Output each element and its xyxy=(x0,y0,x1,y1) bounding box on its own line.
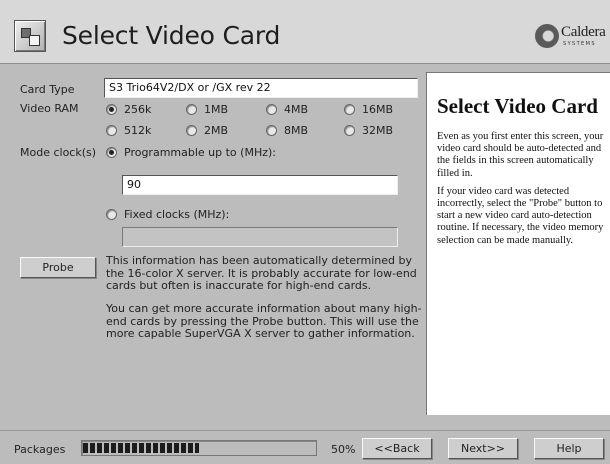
video-ram-label: Video RAM xyxy=(20,102,79,115)
fixed-clocks-radio[interactable]: Fixed clocks (MHz): xyxy=(106,208,229,221)
back-button[interactable]: <<Back xyxy=(362,438,432,459)
page-title: Select Video Card xyxy=(62,21,281,50)
autodetect-info-text: This information has been automatically … xyxy=(106,254,417,293)
ram-1mb-radio[interactable]: 1MB xyxy=(186,103,228,116)
main-content: Card Type S3 Trio64V2/DX or /GX rev 22 V… xyxy=(0,65,610,429)
radio-dot-icon xyxy=(106,147,117,158)
help-paragraph-2: If your video card was detected incorrec… xyxy=(437,185,604,246)
radio-dot-icon xyxy=(106,104,117,115)
ram-256k-radio[interactable]: 256k xyxy=(106,103,151,116)
probe-info-text: You can get more accurate information ab… xyxy=(106,302,422,341)
radio-dot-icon xyxy=(344,125,355,136)
card-type-label: Card Type xyxy=(20,83,75,96)
caldera-logo-text: Caldera xyxy=(561,24,606,40)
header-bar: Select Video Card Caldera SYSTEMS xyxy=(0,0,610,64)
footer-bar: Packages 50% <<Back Next>> Help xyxy=(0,430,610,464)
packages-progress-fill xyxy=(83,443,199,453)
caldera-logo-subtext: SYSTEMS xyxy=(563,41,596,47)
probe-button[interactable]: Probe xyxy=(20,257,96,278)
radio-dot-icon xyxy=(266,104,277,115)
ram-8mb-radio[interactable]: 8MB xyxy=(266,124,308,137)
progress-percent: 50% xyxy=(331,443,356,456)
next-button[interactable]: Next>> xyxy=(448,438,518,459)
caldera-logo: Caldera SYSTEMS xyxy=(535,22,610,50)
ram-512k-radio[interactable]: 512k xyxy=(106,124,151,137)
programmable-mhz-input[interactable]: 90 xyxy=(122,175,398,195)
fixed-clocks-input[interactable] xyxy=(122,227,398,247)
ram-4mb-radio[interactable]: 4MB xyxy=(266,103,308,116)
radio-dot-icon xyxy=(186,104,197,115)
help-paragraph-1: Even as you first enter this screen, you… xyxy=(437,131,604,179)
video-card-icon xyxy=(14,20,46,52)
card-type-input[interactable]: S3 Trio64V2/DX or /GX rev 22 xyxy=(104,78,418,98)
radio-dot-icon xyxy=(106,125,117,136)
ram-32mb-radio[interactable]: 32MB xyxy=(344,124,393,137)
help-panel: Select Video Card Even as you first ente… xyxy=(426,72,610,415)
video-card-form: Card Type S3 Trio64V2/DX or /GX rev 22 V… xyxy=(14,73,424,413)
ram-2mb-radio[interactable]: 2MB xyxy=(186,124,228,137)
radio-dot-icon xyxy=(106,209,117,220)
programmable-clock-radio[interactable]: Programmable up to (MHz): xyxy=(106,146,276,159)
caldera-logo-mark-icon xyxy=(535,24,559,48)
packages-progress-bar xyxy=(81,440,317,456)
mode-clocks-label: Mode clock(s) xyxy=(20,146,97,159)
help-button[interactable]: Help xyxy=(534,438,604,459)
packages-label: Packages xyxy=(14,443,66,456)
ram-16mb-radio[interactable]: 16MB xyxy=(344,103,393,116)
radio-dot-icon xyxy=(186,125,197,136)
help-title: Select Video Card xyxy=(437,94,598,118)
radio-dot-icon xyxy=(344,104,355,115)
radio-dot-icon xyxy=(266,125,277,136)
